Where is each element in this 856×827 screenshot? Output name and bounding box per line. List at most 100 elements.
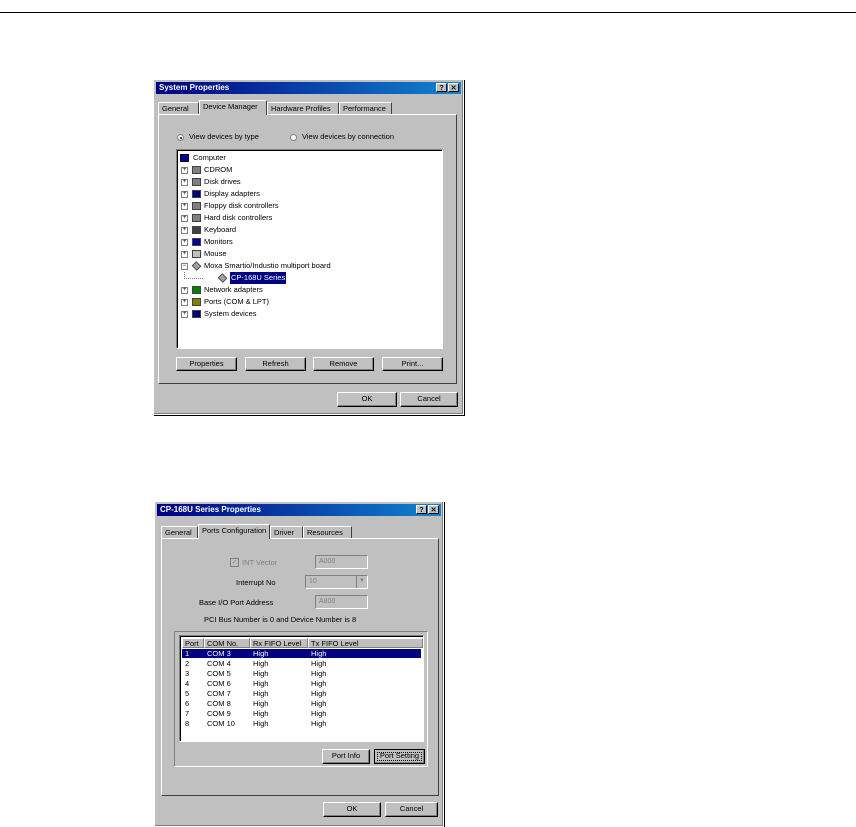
- tab-general[interactable]: General: [161, 526, 198, 538]
- floppy-controller-icon: [192, 202, 201, 210]
- mouse-icon: [192, 250, 201, 258]
- expand-icon[interactable]: +: [181, 239, 188, 246]
- tab-device-manager[interactable]: Device Manager: [199, 100, 267, 115]
- rx-fifo-cell: High: [253, 649, 269, 658]
- tab-ports-configuration[interactable]: Ports Configuration: [198, 524, 270, 539]
- tab-general[interactable]: General: [158, 102, 199, 114]
- port-row[interactable]: 3 COM 5 High High: [182, 669, 421, 678]
- port-row[interactable]: 4 COM 6 High High: [182, 679, 421, 688]
- view-by-connection-label[interactable]: View devices by connection: [302, 132, 394, 142]
- com-no-cell: COM 6: [207, 679, 231, 688]
- port-row[interactable]: 8 COM 10 High High: [182, 719, 421, 728]
- column-header-rx-fifo[interactable]: Rx FIFO Level: [250, 638, 308, 648]
- int-vector-field[interactable]: A000: [315, 555, 368, 569]
- ok-button[interactable]: OK: [337, 392, 397, 407]
- ports-listview[interactable]: Port COM No. Rx FIFO Level Tx FIFO Level…: [179, 635, 424, 742]
- tree-item-label: Hard disk controllers: [204, 213, 273, 222]
- port-row[interactable]: 6 COM 8 High High: [182, 699, 421, 708]
- port-setting-button[interactable]: Port Setting: [374, 749, 425, 764]
- ok-button[interactable]: OK: [323, 802, 381, 817]
- rx-fifo-cell: High: [253, 669, 269, 678]
- tree-item-label: Network adapters: [204, 285, 263, 294]
- refresh-button[interactable]: Refresh: [245, 357, 306, 371]
- com-no-cell: COM 8: [207, 699, 231, 708]
- properties-button[interactable]: Properties: [176, 357, 237, 371]
- expand-icon[interactable]: +: [181, 311, 188, 318]
- port-info-button[interactable]: Port Info: [322, 749, 370, 764]
- display-adapter-icon: [192, 190, 201, 198]
- help-button[interactable]: ?: [416, 505, 427, 514]
- tab-strip: General Device Manager Hardware Profiles…: [158, 100, 458, 115]
- close-button[interactable]: ✕: [448, 83, 459, 92]
- network-adapter-icon: [192, 286, 201, 294]
- title-bar[interactable]: System Properties ? ✕: [156, 82, 461, 94]
- tx-fifo-cell: High: [311, 709, 327, 718]
- tree-item-label: Mouse: [204, 249, 227, 258]
- com-no-cell: COM 3: [207, 649, 231, 658]
- cdrom-icon: [192, 166, 201, 174]
- base-io-field[interactable]: A800: [315, 595, 368, 609]
- cancel-button[interactable]: Cancel: [385, 802, 438, 817]
- computer-icon: [180, 154, 189, 162]
- expand-icon[interactable]: +: [181, 179, 188, 186]
- tree-item-label: Ports (COM & LPT): [204, 297, 270, 306]
- tx-fifo-cell: High: [311, 699, 327, 708]
- column-header-com-no[interactable]: COM No.: [204, 638, 250, 648]
- hard-disk-controller-icon: [192, 214, 201, 222]
- port-number-cell: 5: [185, 689, 190, 698]
- port-row[interactable]: 2 COM 4 High High: [182, 659, 421, 668]
- rx-fifo-cell: High: [253, 699, 269, 708]
- expand-icon[interactable]: +: [181, 191, 188, 198]
- view-by-type-radio[interactable]: [177, 134, 184, 141]
- help-button[interactable]: ?: [436, 83, 447, 92]
- port-row[interactable]: 5 COM 7 High High: [182, 689, 421, 698]
- int-vector-checkbox[interactable]: ✓: [230, 558, 239, 567]
- expand-icon[interactable]: +: [181, 215, 188, 222]
- pci-info-text: PCI Bus Number is 0 and Device Number is…: [204, 615, 357, 624]
- com-no-cell: COM 4: [207, 659, 231, 668]
- port-row[interactable]: 7 COM 9 High High: [182, 709, 421, 718]
- tree-item-label: CP-168U Series: [230, 272, 287, 284]
- chevron-down-icon[interactable]: ▼: [356, 576, 367, 588]
- tree-item-label: Floppy disk controllers: [204, 201, 279, 210]
- device-manager-panel: View devices by type View devices by con…: [158, 114, 457, 384]
- expand-icon[interactable]: +: [181, 227, 188, 234]
- view-by-connection-radio[interactable]: [290, 134, 297, 141]
- expand-icon[interactable]: +: [181, 203, 188, 210]
- tx-fifo-cell: High: [311, 679, 327, 688]
- expand-icon[interactable]: +: [181, 299, 188, 306]
- tab-strip: General Ports Configuration Driver Resou…: [161, 524, 441, 539]
- device-tree[interactable]: Computer + CDROM + Disk drives + Display adap…: [176, 149, 443, 349]
- column-header-tx-fifo[interactable]: Tx FIFO Level: [308, 638, 423, 648]
- expand-icon[interactable]: +: [181, 167, 188, 174]
- expand-icon[interactable]: +: [181, 251, 188, 258]
- tab-hardware-profiles[interactable]: Hardware Profiles: [267, 102, 339, 114]
- remove-button[interactable]: Remove: [313, 357, 374, 371]
- cancel-button[interactable]: Cancel: [400, 392, 458, 407]
- system-properties-dialog: System Properties ? ✕ General Device Man…: [153, 79, 464, 415]
- cp168u-properties-dialog: CP-168U Series Properties ? ✕ General Po…: [154, 501, 444, 827]
- close-button[interactable]: ✕: [428, 505, 439, 514]
- view-by-type-label[interactable]: View devices by type: [189, 132, 259, 142]
- collapse-icon[interactable]: −: [181, 263, 188, 270]
- tree-item-label: System devices: [204, 309, 257, 318]
- expand-icon[interactable]: +: [181, 287, 188, 294]
- title-bar[interactable]: CP-168U Series Properties ? ✕: [157, 504, 441, 516]
- tree-item-label: Keyboard: [204, 225, 237, 234]
- tab-driver[interactable]: Driver: [270, 526, 303, 538]
- interrupt-select[interactable]: 10 ▼: [305, 575, 368, 589]
- tab-performance[interactable]: Performance: [339, 102, 392, 114]
- tree-item-label: Moxa Smartio/Industio multiport board: [204, 261, 331, 270]
- tree-item-label: CDROM: [204, 165, 233, 174]
- tab-resources[interactable]: Resources: [303, 526, 352, 538]
- rx-fifo-cell: High: [253, 689, 269, 698]
- port-icon: [192, 298, 201, 306]
- page-header-rule: [0, 12, 856, 13]
- tree-item-label: Disk drives: [204, 177, 241, 186]
- monitor-icon: [192, 238, 201, 246]
- print-button[interactable]: Print...: [382, 357, 443, 371]
- port-row[interactable]: 1 COM 3 High High: [182, 649, 421, 658]
- column-header-port[interactable]: Port: [182, 638, 204, 648]
- int-vector-label: INT Vector: [242, 558, 278, 567]
- tx-fifo-cell: High: [311, 659, 327, 668]
